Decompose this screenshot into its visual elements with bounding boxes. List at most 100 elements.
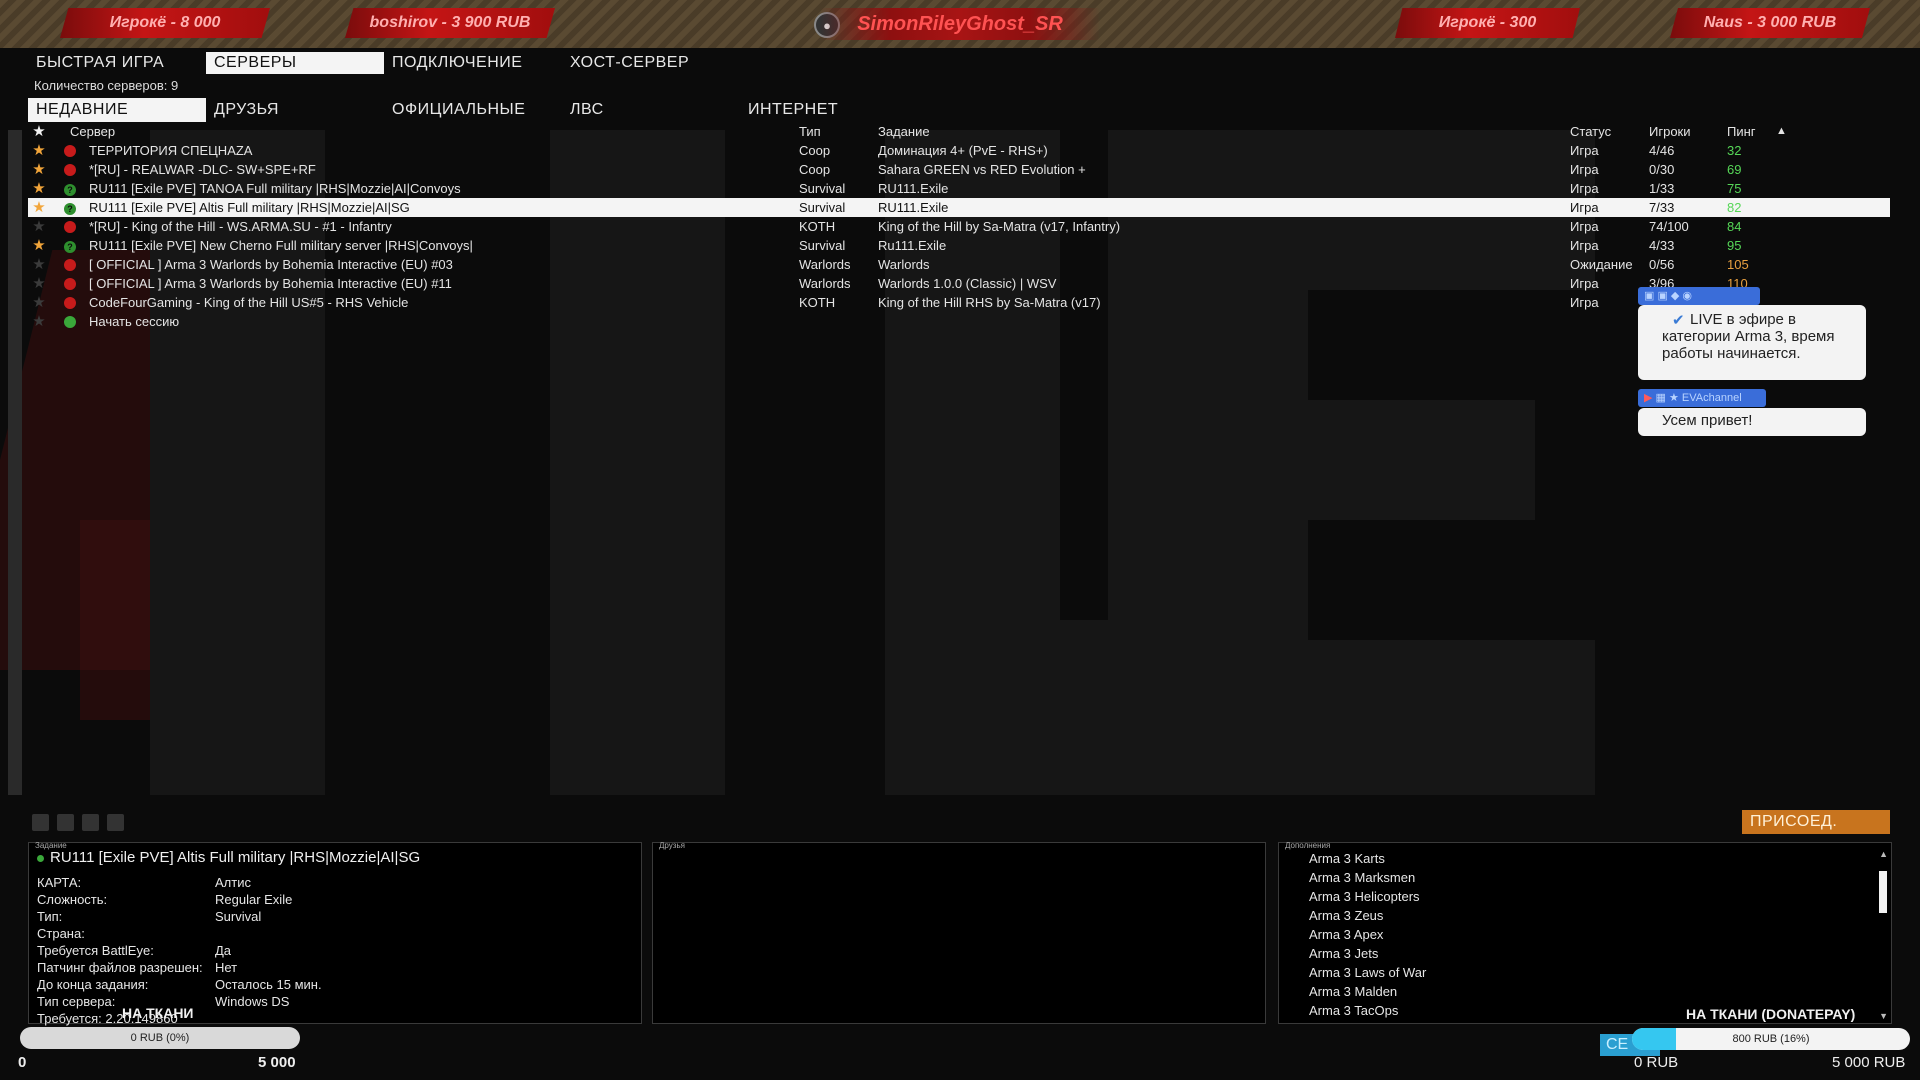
status-cell bbox=[64, 160, 80, 181]
chat-message: ✔ LIVE в эфире в категории Arma 3, время… bbox=[1638, 305, 1866, 380]
server-status: Игра bbox=[1570, 143, 1599, 158]
panel-label: Друзья bbox=[659, 841, 685, 850]
detail-value: Survival bbox=[215, 909, 262, 924]
settings-icon[interactable] bbox=[82, 814, 99, 831]
status-cell bbox=[64, 141, 80, 162]
progress-fill bbox=[1632, 1028, 1677, 1050]
tab-quick-play[interactable]: БЫСТРАЯ ИГРА bbox=[28, 52, 206, 74]
server-ping: 84 bbox=[1727, 219, 1742, 234]
table-row[interactable]: ★ ТЕРРИТОРИЯ СПЕЦНАZA Coop Доминация 4+ (Pv… bbox=[28, 141, 1890, 160]
tab-direct-connect[interactable]: ПОДКЛЮЧЕНИЕ bbox=[384, 52, 562, 74]
favorite-star-icon[interactable]: ★ bbox=[30, 293, 48, 312]
server-task: Ru111.Exile bbox=[878, 238, 947, 253]
detail-value: Да bbox=[215, 943, 232, 958]
info-icon[interactable] bbox=[107, 814, 124, 831]
badge-icon: ▦ ★ bbox=[1655, 392, 1679, 404]
table-header: ★ Сервер Тип Задание Статус Игроки Пинг … bbox=[28, 122, 1890, 141]
favorite-column-star-icon[interactable]: ★ bbox=[30, 122, 48, 141]
sort-ascending-icon[interactable]: ▲ bbox=[1776, 122, 1796, 141]
table-row[interactable]: ★? RU111 [Exile PVE] New Cherno Full mili… bbox=[28, 236, 1890, 255]
tab-internet[interactable]: ИНТЕРНЕТ bbox=[740, 98, 918, 122]
donation-progress-bar: 800 RUB (16%) bbox=[1632, 1028, 1910, 1050]
table-row[interactable]: ★ CodeFourGaming - King of the Hill US#5 … bbox=[28, 293, 1890, 312]
server-status: Игра bbox=[1570, 295, 1599, 310]
server-name: [ OFFICIAL ] Arma 3 Warlords by Bohemia … bbox=[89, 276, 452, 291]
table-row[interactable]: ★ [ OFFICIAL ] Arma 3 Warlords by Bohemi… bbox=[28, 274, 1890, 293]
youtube-icon: ▶ bbox=[1644, 392, 1653, 404]
table-row[interactable]: ★ Начать сессию bbox=[28, 312, 1890, 331]
favorite-star-icon[interactable]: ★ bbox=[30, 141, 48, 160]
scroll-down-icon[interactable]: ▼ bbox=[1879, 1011, 1888, 1021]
status-cell bbox=[64, 274, 80, 295]
column-server[interactable]: Сервер bbox=[70, 122, 790, 141]
server-status: Ожидание bbox=[1570, 257, 1633, 272]
server-players: 1/33 bbox=[1649, 181, 1675, 196]
detail-row: Сложность: Regular Exile bbox=[37, 892, 292, 907]
column-players[interactable]: Игроки bbox=[1649, 122, 1719, 141]
server-type: Survival bbox=[799, 200, 846, 215]
detail-row: До конца задания: Осталось 15 мин. bbox=[37, 977, 322, 992]
chat-badges: ▣ ▣ ◆ ◉ bbox=[1638, 287, 1760, 305]
tab-friends[interactable]: ДРУЗЬЯ bbox=[206, 98, 384, 122]
status-cell bbox=[64, 255, 80, 276]
column-type[interactable]: Тип bbox=[799, 122, 869, 141]
tab-host-server[interactable]: ХОСТ-СЕРВЕР bbox=[562, 52, 740, 74]
favorite-star-icon[interactable]: ★ bbox=[30, 255, 48, 274]
tab-recent[interactable]: НЕДАВНИЕ bbox=[28, 98, 206, 122]
check-icon: ✔ bbox=[1672, 312, 1685, 329]
server-name: CodeFourGaming - King of the Hill US#5 -… bbox=[89, 295, 409, 310]
server-type: Warlords bbox=[799, 257, 851, 272]
addon-item: Arma 3 Malden bbox=[1309, 984, 1398, 999]
chat-message-text: LIVE в эфире в категории Arma 3, время р… bbox=[1662, 311, 1835, 362]
status-cell bbox=[64, 312, 80, 333]
filter-icon[interactable] bbox=[57, 814, 74, 831]
favorite-star-icon[interactable]: ★ bbox=[30, 312, 48, 331]
goal-title: НА ТКАНИ (DONATEPAY) bbox=[1686, 1006, 1856, 1022]
server-status-icon bbox=[64, 316, 76, 328]
detail-row: Страна: bbox=[37, 926, 215, 941]
tab-lan[interactable]: ЛВС bbox=[562, 98, 740, 122]
favorite-star-icon[interactable]: ★ bbox=[30, 179, 48, 198]
server-name: *[RU] - REALWAR -DLC- SW+SPE+RF bbox=[89, 162, 316, 177]
dollar-icon: $ bbox=[1357, 8, 1387, 38]
server-ping: 82 bbox=[1727, 200, 1742, 215]
favorite-star-icon[interactable]: ★ bbox=[30, 160, 48, 179]
table-row[interactable]: ★ *[RU] - King of the Hill - WS.ARMA.SU … bbox=[28, 217, 1890, 236]
donor-text: Игрокё - 8 000 bbox=[109, 14, 221, 31]
table-row[interactable]: ★? RU111 [Exile PVE] Altis Full military … bbox=[28, 198, 1890, 217]
tab-servers[interactable]: СЕРВЕРЫ bbox=[206, 52, 384, 74]
join-button[interactable]: ПРИСОЕД. bbox=[1742, 810, 1890, 834]
table-row[interactable]: ★? RU111 [Exile PVE] TANOA Full military … bbox=[28, 179, 1890, 198]
table-row[interactable]: ★ *[RU] - REALWAR -DLC- SW+SPE+RF Coop Saha… bbox=[28, 160, 1890, 179]
server-ping: 95 bbox=[1727, 238, 1742, 253]
tab-official[interactable]: ОФИЦИАЛЬНЫЕ bbox=[384, 98, 562, 122]
mission-details-panel: Задание RU111 [Exile PVE] Altis Full mil… bbox=[28, 841, 642, 1026]
detail-key: Страна: bbox=[37, 926, 85, 941]
streamer-name: SimonRileyGhost_SR bbox=[820, 8, 1100, 40]
server-type: Coop bbox=[799, 143, 831, 158]
scroll-up-icon[interactable]: ▲ bbox=[1879, 849, 1888, 859]
server-type: KOTH bbox=[799, 219, 836, 234]
favorite-star-icon[interactable]: ★ bbox=[30, 274, 48, 293]
chat-message: Усем привет! bbox=[1638, 408, 1866, 436]
refresh-icon[interactable] bbox=[32, 814, 49, 831]
favorite-star-icon[interactable]: ★ bbox=[30, 198, 48, 217]
addons-panel: Дополнения Arma 3 Karts Arma 3 Marksmen Ar… bbox=[1278, 841, 1892, 1024]
favorite-star-icon[interactable]: ★ bbox=[30, 236, 48, 255]
panel-toolbar bbox=[32, 814, 124, 831]
table-row[interactable]: ★ [ OFFICIAL ] Arma 3 Warlords by Bohemi… bbox=[28, 255, 1890, 274]
scrollbar-thumb[interactable] bbox=[1879, 871, 1887, 913]
server-task: King of the Hill RHS by Sa-Matra (v17) bbox=[878, 295, 1101, 310]
donor-entry: ★ Игрокё - 8 000 bbox=[60, 8, 270, 38]
goal-max: 5 000 RUB bbox=[1832, 1054, 1906, 1071]
column-task[interactable]: Задание bbox=[878, 122, 1578, 141]
unknown-status-icon: ? bbox=[64, 203, 76, 215]
server-status-icon bbox=[64, 164, 76, 176]
server-name: Начать сессию bbox=[89, 314, 180, 329]
column-status[interactable]: Статус bbox=[1570, 122, 1640, 141]
status-cell bbox=[64, 217, 80, 238]
unknown-status-icon: ? bbox=[64, 241, 76, 253]
favorite-star-icon[interactable]: ★ bbox=[30, 217, 48, 236]
addon-item: Arma 3 TacOps bbox=[1309, 1003, 1399, 1018]
progress-label: 0 RUB (0%) bbox=[130, 1032, 190, 1044]
